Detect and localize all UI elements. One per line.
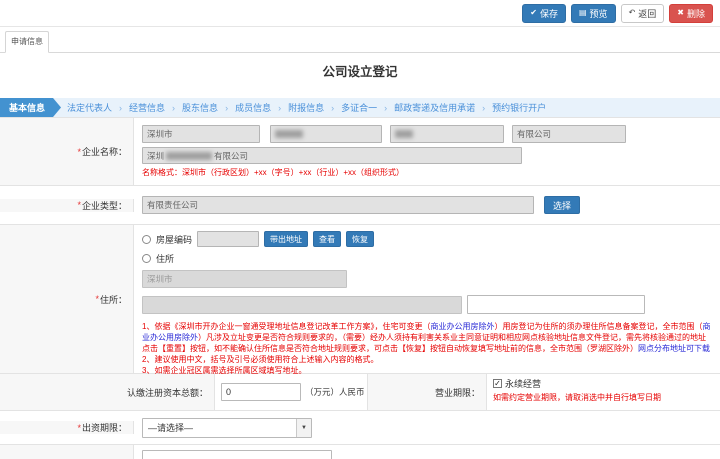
required-mark: * <box>77 200 81 210</box>
director-count-input[interactable] <box>142 450 332 459</box>
fetch-address-button[interactable]: 带出地址 <box>264 231 308 247</box>
tab-application-info[interactable]: 申请信息 <box>5 31 49 53</box>
notice-text: ）用房登记为住所的须办理住所信息备案登记，全市范围（ <box>494 322 702 331</box>
address-main-field <box>142 296 462 314</box>
delete-button[interactable]: ✖ 删除 <box>669 4 713 23</box>
full-name-field: 深圳有限公司 <box>142 147 522 164</box>
notice-link[interactable]: 网点分布地址可下载 <box>638 344 710 353</box>
capital-label: 认缴注册资本总额： <box>0 374 215 410</box>
check-icon: ✔ <box>530 9 537 17</box>
redacted-text <box>275 130 303 138</box>
dropdown-arrow-icon: ▼ <box>296 419 311 437</box>
fund-term-label: *出资期限： <box>0 421 134 434</box>
restore-button[interactable]: 恢复 <box>346 231 374 247</box>
save-button-label: 保存 <box>540 7 558 20</box>
delete-icon: ✖ <box>677 9 684 17</box>
director-count-row: *董事数： <box>0 445 720 459</box>
screen-icon: ▤ <box>579 9 587 17</box>
address-radio[interactable] <box>142 254 151 263</box>
wizard-item-1[interactable]: 基本信息 <box>0 98 61 117</box>
page-title: 公司设立登记 <box>322 65 397 79</box>
toolbar: ✔ 保存 ▤ 预览 ↶ 返回 ✖ 删除 <box>0 0 720 27</box>
wizard-item-2[interactable]: 法定代表人 <box>61 101 118 114</box>
capital-unit-label: （万元）人民币 <box>305 386 365 398</box>
preview-button[interactable]: ▤ 预览 <box>571 4 616 23</box>
address-main-line <box>142 295 720 314</box>
save-button[interactable]: ✔ 保存 <box>522 4 566 23</box>
required-mark: * <box>77 423 81 433</box>
choose-type-button[interactable]: 选择 <box>544 196 580 214</box>
wizard-item-5[interactable]: 成员信息 <box>229 101 277 114</box>
wizard-item-6[interactable]: 附报信息 <box>282 101 330 114</box>
form: *企业名称： 深圳市 有限公司 深圳有限公司 名称格式：深圳市（行政区划）+xx… <box>0 117 720 459</box>
redacted-text <box>166 152 212 160</box>
name-part-fields: 深圳市 有限公司 <box>142 125 720 143</box>
name-orgform-field: 有限公司 <box>512 125 626 143</box>
perpetual-operation-checkbox[interactable]: ✓ <box>493 379 502 388</box>
address-city-field: 深圳市 <box>142 270 347 288</box>
notice-text: ）凡涉及立址变更是否符合规则要求的，（需要）经办人须持有利害关系业主同意证明和相… <box>142 333 706 353</box>
name-region-field: 深圳市 <box>142 125 260 143</box>
redacted-text <box>395 130 413 138</box>
house-code-radio-label: 房屋编码 <box>156 233 192 246</box>
address-label: *住所： <box>0 225 134 373</box>
house-code-line: 房屋编码 带出地址 查看 恢复 <box>142 231 720 247</box>
notice-text: 1、依据《深圳市开办企业一窗通受理地址信息登记改革工作方案》，住宅可变更（ <box>142 322 430 331</box>
back-button[interactable]: ↶ 返回 <box>621 4 665 23</box>
back-arrow-icon: ↶ <box>629 9 636 17</box>
preview-button-label: 预览 <box>590 7 608 20</box>
address-notice: 1、依据《深圳市开办企业一窗通受理地址信息登记改革工作方案》，住宅可变更（商业办… <box>142 321 712 376</box>
required-mark: * <box>77 147 81 157</box>
enterprise-type-row: *企业类型： 有限责任公司 选择 <box>0 186 720 225</box>
wizard-item-4[interactable]: 股东信息 <box>176 101 224 114</box>
enterprise-name-row: *企业名称： 深圳市 有限公司 深圳有限公司 名称格式：深圳市（行政区划）+xx… <box>0 118 720 186</box>
address-detail-input[interactable] <box>467 295 645 314</box>
fund-term-select-value: —请选择— <box>148 421 193 434</box>
business-term-label: 营业期限： <box>367 374 487 410</box>
notice-link[interactable]: 商业办公用房除外 <box>430 322 494 331</box>
fund-term-select[interactable]: —请选择— ▼ <box>142 418 312 438</box>
capital-content: （万元）人民币 <box>215 374 367 410</box>
business-term-hint: 如需约定营业期限，请取消选中并自行填写日期 <box>493 392 720 403</box>
view-button[interactable]: 查看 <box>313 231 341 247</box>
wizard-item-3[interactable]: 经营信息 <box>123 101 171 114</box>
house-code-input <box>197 231 259 247</box>
notice-line: 1、依据《深圳市开办企业一窗通受理地址信息登记改革工作方案》，住宅可变更（商业办… <box>142 321 712 354</box>
wizard-item-7[interactable]: 多证合一 <box>335 101 383 114</box>
director-count-label: *董事数： <box>0 445 134 459</box>
enterprise-type-label: *企业类型： <box>0 199 134 212</box>
wizard-item-8[interactable]: 邮政寄递及信用承诺 <box>388 101 481 114</box>
required-mark: * <box>95 294 99 304</box>
capital-input[interactable] <box>221 383 301 401</box>
address-radio-label: 住所 <box>156 252 174 265</box>
perpetual-operation-label: 永续经营 <box>505 377 541 390</box>
fund-term-row: *出资期限： —请选择— ▼ <box>0 411 720 445</box>
company-registration-page: ✔ 保存 ▤ 预览 ↶ 返回 ✖ 删除 申请信息 公司设立登记 基本信息法定代表… <box>0 0 720 459</box>
notice-line: 2、建议使用中文，括号及引号必须使用符合上述输入内容的格式。 <box>142 354 712 365</box>
address-radio-line: 住所 <box>142 252 720 265</box>
enterprise-name-label: *企业名称： <box>0 118 134 185</box>
capital-row: 认缴注册资本总额： （万元）人民币 营业期限： ✓ 永续经营 如需约定营业期限，… <box>0 374 720 411</box>
notice-text: 2、建议使用中文，括号及引号必须使用符合上述输入内容的格式。 <box>142 355 378 364</box>
title-bar: 公司设立登记 <box>0 53 720 98</box>
notice-text: 3、如需企业冠区属需选择所属区域填写地址。 <box>142 366 306 375</box>
delete-button-label: 删除 <box>687 7 705 20</box>
tab-strip: 申请信息 <box>0 27 720 53</box>
wizard-item-9[interactable]: 预约银行开户 <box>486 101 552 114</box>
address-row: *住所： 房屋编码 带出地址 查看 恢复 住所 深圳市 <box>0 225 720 374</box>
wizard-nav: 基本信息法定代表人›经营信息›股东信息›成员信息›附报信息›多证合一›邮政寄递及… <box>0 98 720 117</box>
name-industry-field-redacted <box>390 125 504 143</box>
name-brand-field-redacted <box>270 125 382 143</box>
back-button-label: 返回 <box>638 7 656 20</box>
notice-line: 3、如需企业冠区属需选择所属区域填写地址。 <box>142 365 712 376</box>
name-format-hint: 名称格式：深圳市（行政区划）+xx（字号）+xx（行业）+xx（组织形式） <box>142 167 720 178</box>
enterprise-type-field: 有限责任公司 <box>142 196 534 214</box>
business-term-content: ✓ 永续经营 如需约定营业期限，请取消选中并自行填写日期 <box>487 374 720 410</box>
house-code-radio[interactable] <box>142 235 151 244</box>
